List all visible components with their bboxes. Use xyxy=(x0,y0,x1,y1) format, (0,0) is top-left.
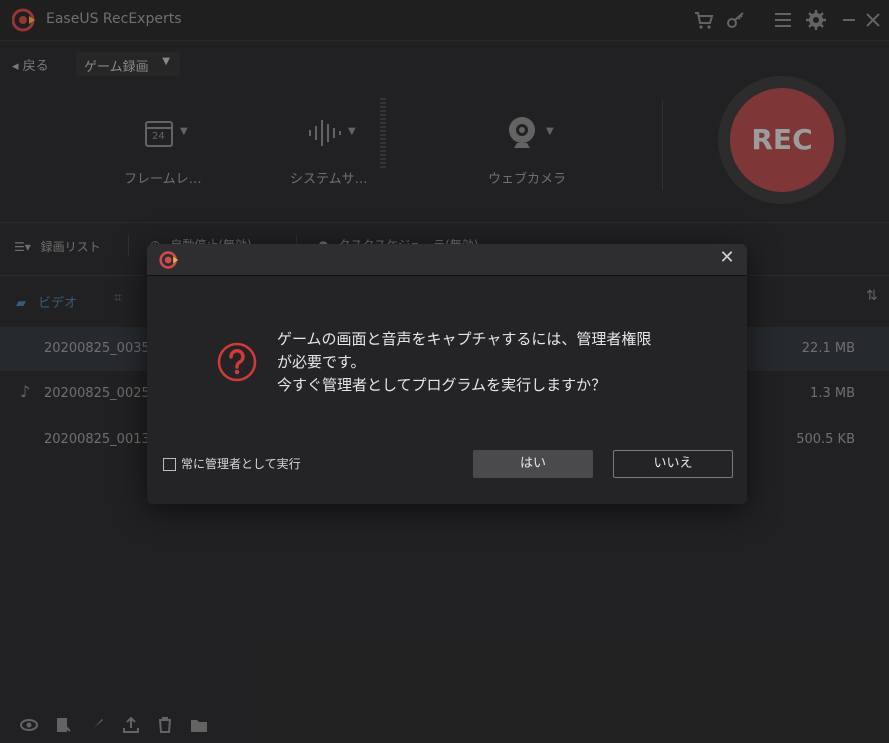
yes-button[interactable]: はい xyxy=(473,450,593,478)
dialog-close-icon[interactable]: ✕ xyxy=(717,248,737,268)
message-line: が必要です。 xyxy=(277,353,366,371)
dialog-header xyxy=(147,244,747,276)
admin-permission-dialog: ✕ ゲームの画面と音声をキャプチャするには、管理者権限 が必要です。 今すぐ管理… xyxy=(147,244,747,504)
dialog-message: ゲームの画面と音声をキャプチャするには、管理者権限 が必要です。 今すぐ管理者と… xyxy=(277,328,717,397)
always-run-as-admin-checkbox[interactable] xyxy=(163,458,176,471)
no-button[interactable]: いいえ xyxy=(613,450,733,478)
always-run-as-admin-label: 常に管理者として実行 xyxy=(181,457,301,471)
message-line: 今すぐ管理者としてプログラムを実行しますか？ xyxy=(277,376,607,394)
question-icon xyxy=(217,342,257,382)
app-logo-icon xyxy=(159,251,179,269)
message-line: ゲームの画面と音声をキャプチャするには、管理者権限 xyxy=(277,330,652,348)
